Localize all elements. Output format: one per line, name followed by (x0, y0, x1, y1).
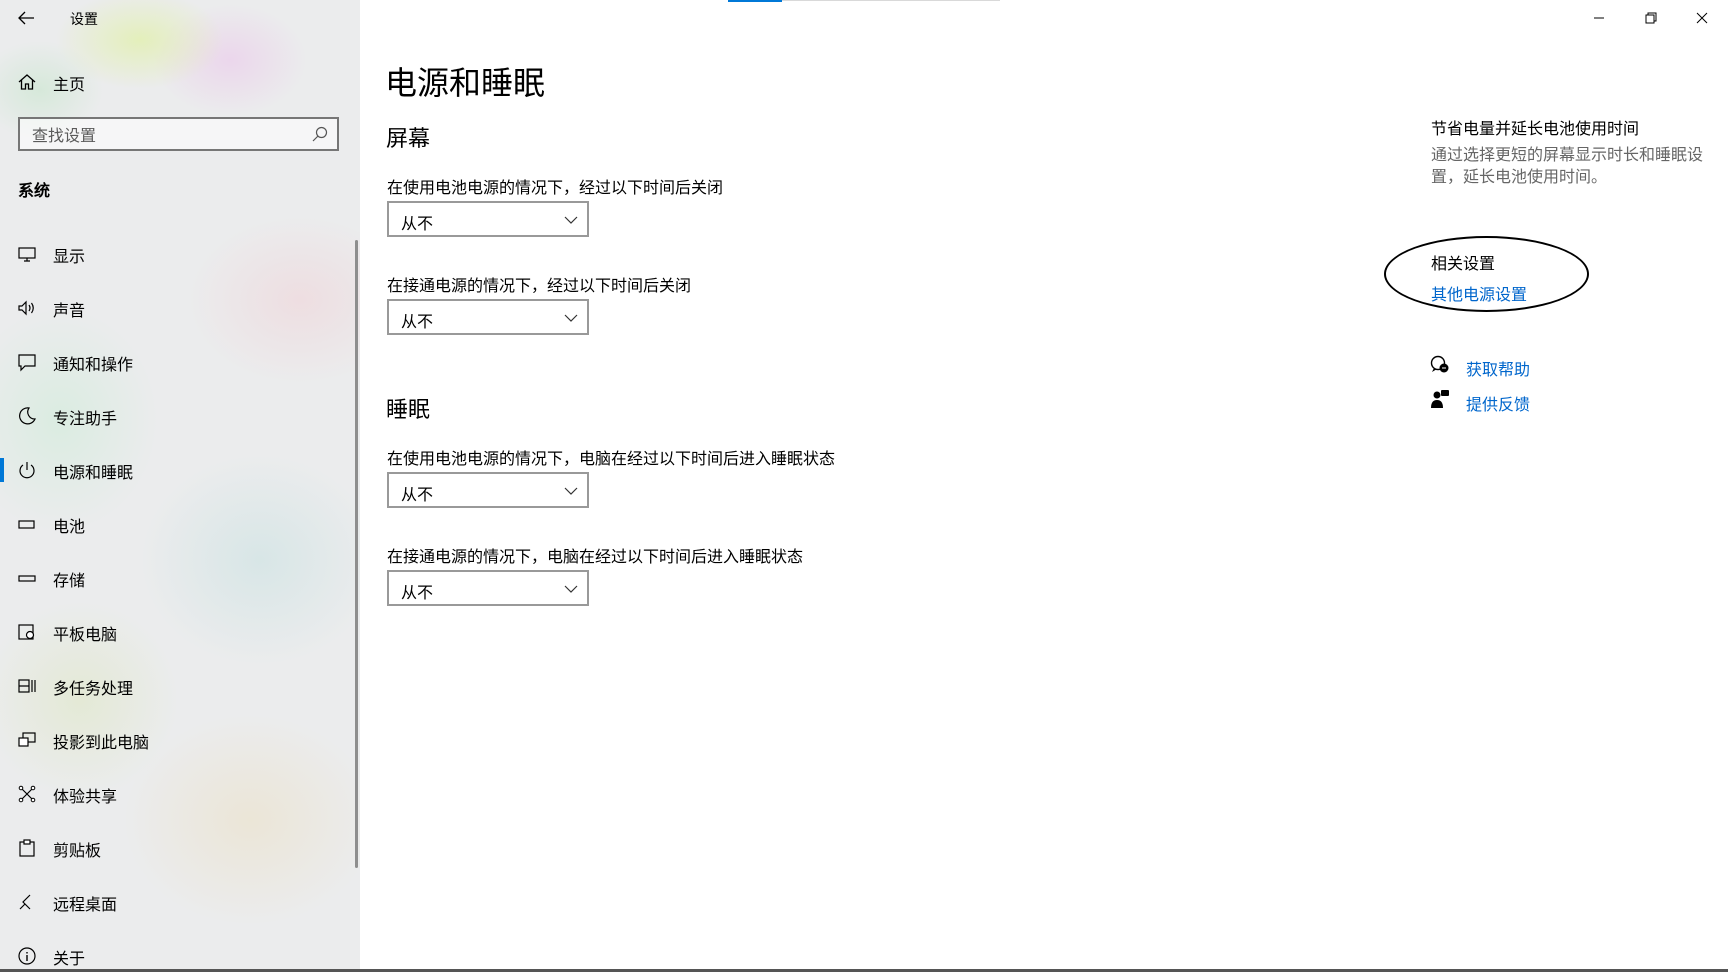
tablet-icon (16, 621, 38, 643)
screen-heading: 屏幕 (386, 127, 431, 152)
dropdown-value: 从不 (401, 312, 434, 331)
sidebar-item-label: 存储 (53, 571, 86, 590)
sleep-plugged-label: 在接通电源的情况下，电脑在经过以下时间后进入睡眠状态 (387, 547, 804, 566)
get-help-link[interactable]: 获取帮助 (1466, 356, 1530, 380)
screen-battery-label: 在使用电池电源的情况下，经过以下时间后关闭 (387, 178, 724, 197)
screen-battery-dropdown[interactable]: 从不 (387, 201, 589, 237)
multitask-icon (16, 675, 38, 697)
sidebar-item-label: 投影到此电脑 (53, 733, 150, 752)
sidebar-item-label: 显示 (53, 247, 86, 266)
get-help-icon (1429, 354, 1451, 376)
search-box[interactable] (18, 117, 339, 151)
minimize-icon (1594, 17, 1604, 19)
sidebar-item-power-sleep[interactable]: 电源和睡眠 (0, 448, 355, 492)
project-icon (16, 729, 38, 751)
tip-title: 节省电量并延长电池使用时间 (1431, 119, 1640, 138)
sidebar-item-sound[interactable]: 声音 (0, 286, 355, 330)
home-icon (16, 71, 38, 93)
speaker-icon (16, 297, 38, 319)
share-icon (16, 783, 38, 805)
minimize-button[interactable] (1574, 0, 1624, 36)
sidebar-item-battery[interactable]: 电池 (0, 502, 355, 546)
chevron-down-icon (563, 581, 579, 597)
info-icon (16, 945, 38, 967)
sidebar-item-notifications[interactable]: 通知和操作 (0, 340, 355, 384)
screen-plugged-label: 在接通电源的情况下，经过以下时间后关闭 (387, 276, 692, 295)
close-icon (1696, 12, 1708, 24)
titlebar-left: 设置 (0, 0, 360, 36)
sidebar-item-label: 远程桌面 (53, 895, 118, 914)
sidebar: 设置 主页 系统 显示 声音 通知和操作 专注助手 电源和睡眠 电池 (0, 0, 360, 972)
back-arrow-icon (18, 11, 34, 25)
restore-button[interactable] (1626, 0, 1676, 36)
home-label: 主页 (53, 75, 86, 94)
monitor-icon (16, 243, 38, 265)
remote-icon (16, 891, 38, 913)
related-settings-heading: 相关设置 (1431, 254, 1496, 273)
sidebar-item-label: 剪贴板 (53, 841, 102, 860)
chevron-down-icon (563, 483, 579, 499)
sidebar-item-remote-desktop[interactable]: 远程桌面 (0, 880, 355, 924)
sidebar-item-tablet[interactable]: 平板电脑 (0, 610, 355, 654)
top-tab-indicator (728, 0, 782, 2)
sidebar-item-label: 通知和操作 (53, 355, 134, 374)
sidebar-item-label: 声音 (53, 301, 86, 320)
power-icon (16, 459, 38, 481)
notification-icon (16, 351, 38, 373)
section-label-system: 系统 (18, 181, 51, 200)
feedback-link[interactable]: 提供反馈 (1466, 391, 1530, 415)
battery-icon (16, 513, 38, 535)
dropdown-value: 从不 (401, 214, 434, 233)
dropdown-value: 从不 (401, 583, 434, 602)
storage-icon (16, 567, 38, 589)
search-icon[interactable] (311, 125, 329, 143)
sidebar-item-label: 体验共享 (53, 787, 118, 806)
sidebar-item-project[interactable]: 投影到此电脑 (0, 718, 355, 762)
chevron-down-icon (563, 310, 579, 326)
sidebar-item-label: 专注助手 (53, 409, 118, 428)
close-button[interactable] (1677, 0, 1727, 36)
dropdown-value: 从不 (401, 485, 434, 504)
additional-power-settings-link[interactable]: 其他电源设置 (1431, 281, 1527, 305)
top-tab-line (782, 0, 1000, 1)
screen-plugged-dropdown[interactable]: 从不 (387, 299, 589, 335)
sidebar-item-label: 多任务处理 (53, 679, 134, 698)
back-button[interactable] (14, 6, 38, 30)
sleep-battery-label: 在使用电池电源的情况下，电脑在经过以下时间后进入睡眠状态 (387, 449, 836, 468)
restore-icon (1645, 12, 1657, 24)
sidebar-item-clipboard[interactable]: 剪贴板 (0, 826, 355, 870)
sidebar-scrollbar[interactable] (355, 240, 358, 868)
sidebar-item-focus-assist[interactable]: 专注助手 (0, 394, 355, 438)
sleep-battery-dropdown[interactable]: 从不 (387, 472, 589, 508)
sidebar-item-display[interactable]: 显示 (0, 232, 355, 276)
sidebar-item-label: 电池 (53, 517, 86, 536)
chevron-down-icon (563, 212, 579, 228)
sidebar-item-shared-experiences[interactable]: 体验共享 (0, 772, 355, 816)
sleep-heading: 睡眠 (386, 398, 431, 423)
sidebar-item-label: 平板电脑 (53, 625, 118, 644)
sidebar-item-label: 电源和睡眠 (53, 463, 134, 482)
clipboard-icon (16, 837, 38, 859)
search-input[interactable] (30, 123, 304, 147)
page-title: 电源和睡眠 (385, 64, 546, 102)
feedback-icon (1429, 389, 1451, 411)
sleep-plugged-dropdown[interactable]: 从不 (387, 570, 589, 606)
home-nav-item[interactable]: 主页 (0, 60, 355, 104)
moon-icon (16, 405, 38, 427)
app-title: 设置 (70, 12, 98, 28)
tip-description: 通过选择更短的屏幕显示时长和睡眠设置，延长电池使用时间。 (1431, 145, 1704, 186)
sidebar-item-multitasking[interactable]: 多任务处理 (0, 664, 355, 708)
sidebar-item-label: 关于 (53, 949, 86, 968)
sidebar-item-storage[interactable]: 存储 (0, 556, 355, 600)
